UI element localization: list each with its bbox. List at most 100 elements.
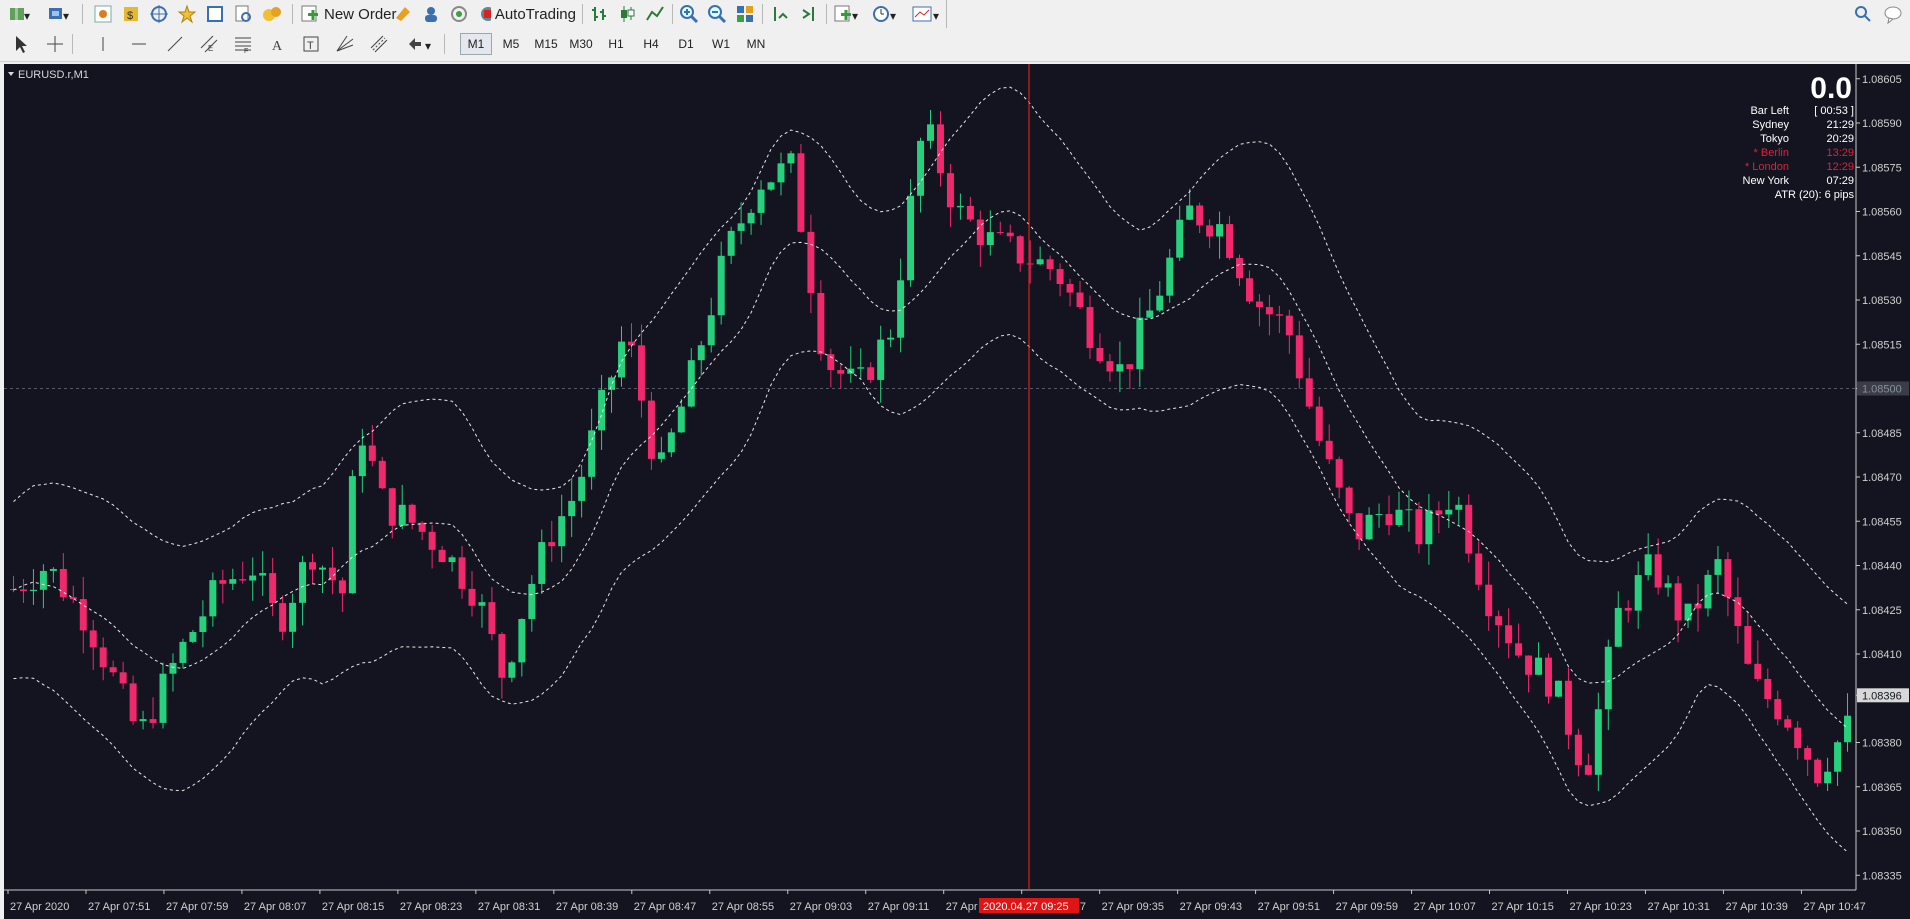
bull-candle	[1714, 559, 1722, 575]
bear-candle	[1066, 283, 1074, 293]
metaeditor-icon[interactable]	[392, 3, 414, 25]
crosshair-icon[interactable]	[44, 33, 66, 55]
bear-candle	[797, 153, 805, 232]
cursor-icon[interactable]	[10, 33, 32, 55]
time-label: 27 Apr 08:07	[244, 901, 306, 913]
profiles-icon[interactable]: ▾	[44, 3, 74, 25]
search-icon[interactable]	[1852, 3, 1874, 25]
bear-candle	[867, 367, 875, 380]
bull-candle	[727, 230, 735, 256]
navigator-icon[interactable]	[148, 3, 170, 25]
bull-candle	[897, 280, 905, 338]
autotrading-icon	[481, 7, 491, 21]
bull-candle	[159, 673, 167, 723]
timeframe-m5[interactable]: M5	[495, 33, 527, 55]
bear-candle	[388, 488, 396, 526]
bull-candle	[1176, 219, 1184, 258]
collapse-arrow-icon[interactable]	[8, 72, 14, 76]
info-value: 21:29	[1826, 119, 1854, 131]
equidistant-channel-icon[interactable]: E	[198, 33, 220, 55]
price-label: 1.08515	[1862, 339, 1902, 351]
experts-icon[interactable]	[260, 3, 284, 25]
bull-candle	[1594, 709, 1602, 775]
time-label: 27 Apr 09:51	[1258, 901, 1320, 913]
trendline-icon[interactable]	[164, 33, 186, 55]
auto-scroll-icon[interactable]	[770, 3, 792, 25]
zoom-in-icon[interactable]	[678, 3, 700, 25]
bear-candle	[378, 460, 386, 489]
bear-candle	[1525, 655, 1533, 675]
price-label: 1.08485	[1862, 428, 1902, 440]
time-label: 27 Apr 07:51	[88, 901, 150, 913]
svg-text:F: F	[244, 48, 248, 54]
templates-icon[interactable]: ▾	[910, 3, 944, 25]
price-label: 1.08590	[1862, 118, 1902, 130]
bull-candle	[568, 500, 576, 517]
bear-candle	[119, 672, 127, 684]
timeframe-h1[interactable]: H1	[600, 33, 632, 55]
community-icon[interactable]	[420, 3, 442, 25]
text-tool-icon[interactable]: A	[266, 33, 288, 55]
terminal-icon[interactable]	[204, 3, 226, 25]
chat-icon[interactable]	[1882, 3, 1904, 25]
text-label-icon[interactable]: T	[300, 33, 322, 55]
bull-candle	[1535, 657, 1543, 675]
line-chart-icon[interactable]	[644, 3, 666, 25]
bear-candle	[99, 647, 107, 668]
time-label: 27 Apr 10:23	[1569, 901, 1631, 913]
bear-candle	[438, 549, 446, 563]
gann-icon[interactable]	[334, 33, 356, 55]
time-label: 27 Apr 09:03	[790, 901, 852, 913]
periods-icon[interactable]: ▾	[870, 3, 900, 25]
bull-candle	[588, 430, 596, 477]
strategy-tester-icon[interactable]	[232, 3, 254, 25]
timeframe-m30[interactable]: M30	[565, 33, 597, 55]
bear-candle	[1026, 263, 1034, 265]
signals-icon[interactable]	[448, 3, 470, 25]
indicators-icon[interactable]: ▾	[832, 3, 862, 25]
bull-candle	[1844, 715, 1852, 743]
chart-shift-icon[interactable]	[798, 3, 820, 25]
arrows-icon[interactable]: ▾	[404, 33, 436, 55]
bull-candle	[1554, 680, 1562, 697]
bull-candle	[618, 341, 625, 378]
bull-candle	[1136, 317, 1144, 370]
bull-candle	[289, 602, 297, 632]
bear-candle	[966, 205, 974, 220]
bull-candle	[1455, 504, 1463, 510]
new-chart-icon[interactable]: ▾	[6, 3, 36, 25]
price-label: 1.08350	[1862, 826, 1902, 838]
data-window-icon[interactable]: $	[120, 3, 142, 25]
timeframe-mn[interactable]: MN	[740, 33, 772, 55]
timeframe-m1[interactable]: M1	[460, 33, 492, 55]
vertical-line-icon[interactable]	[92, 33, 114, 55]
bear-candle	[1295, 335, 1303, 379]
timeframe-h4[interactable]: H4	[635, 33, 667, 55]
svg-text:A: A	[272, 39, 283, 54]
fibonacci-icon[interactable]: F	[232, 33, 254, 55]
zoom-out-icon[interactable]	[706, 3, 728, 25]
tile-windows-icon[interactable]	[734, 3, 756, 25]
bear-candle	[219, 580, 227, 584]
bear-candle	[1495, 616, 1503, 626]
timeframe-m15[interactable]: M15	[530, 33, 562, 55]
channels-icon[interactable]	[368, 33, 390, 55]
bear-candle	[338, 580, 346, 594]
bear-candle	[1485, 584, 1493, 617]
chart-window[interactable]: 1.08605 1.08590 1.08575 1.08560 1.08545 1.085…	[4, 64, 1910, 919]
bollinger-upper-band	[13, 86, 1848, 605]
candlestick-icon[interactable]	[616, 3, 638, 25]
bull-candle	[707, 315, 715, 346]
favorites-icon[interactable]	[176, 3, 198, 25]
time-label: 27 Apr 07:59	[166, 901, 228, 913]
autotrading-button[interactable]: AutoTrading	[478, 3, 576, 25]
bear-candle	[1226, 224, 1234, 258]
horizontal-line-icon[interactable]	[128, 33, 150, 55]
market-watch-icon[interactable]	[92, 3, 114, 25]
bull-candle	[1395, 509, 1403, 526]
bar-chart-icon[interactable]	[588, 3, 610, 25]
price-chart[interactable]: 1.08605 1.08590 1.08575 1.08560 1.08545 1.085…	[4, 64, 1910, 919]
timeframe-w1[interactable]: W1	[705, 33, 737, 55]
timeframe-d1[interactable]: D1	[670, 33, 702, 55]
bear-candle	[1196, 205, 1204, 226]
